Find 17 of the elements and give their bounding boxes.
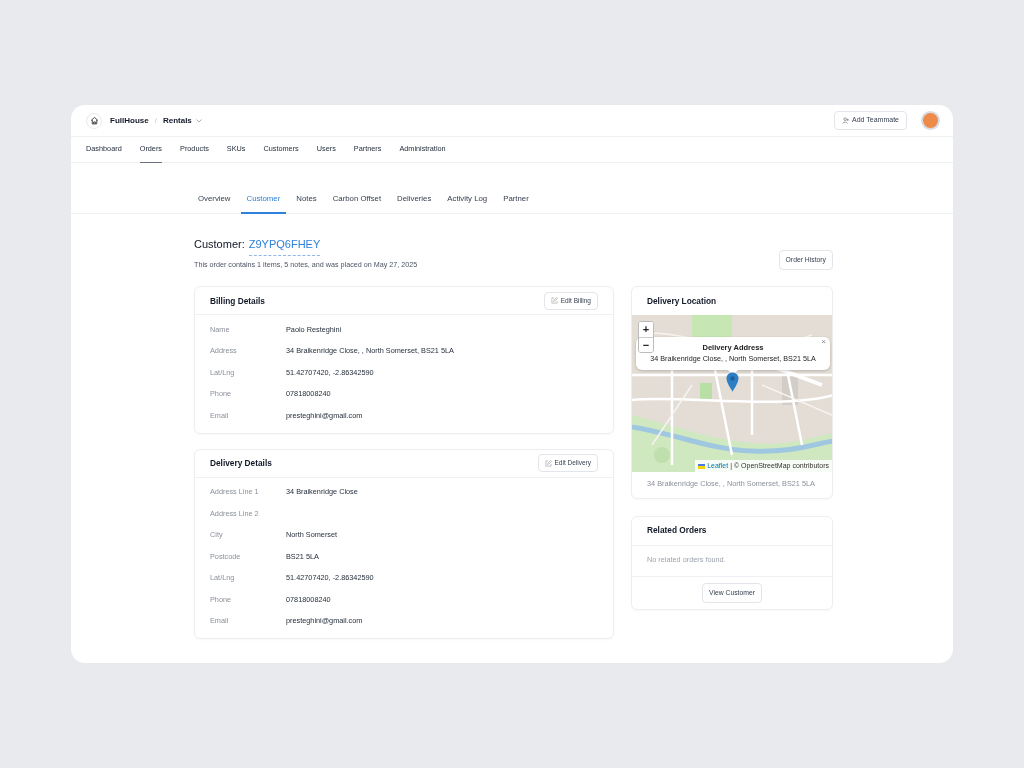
map-marker-icon[interactable]: [726, 372, 739, 393]
card-title: Billing Details: [210, 294, 265, 307]
edit-icon: [550, 297, 558, 305]
breadcrumb-separator: /: [154, 114, 157, 127]
user-plus-icon: [842, 117, 850, 124]
brand-link[interactable]: FullHouse: [110, 114, 149, 127]
zoom-out-button[interactable]: −: [639, 337, 653, 353]
page-heading: Customer:: [194, 237, 245, 252]
close-button[interactable]: ×: [819, 337, 828, 348]
card-title: Related Orders: [647, 524, 707, 537]
customer-id-link[interactable]: Z9YPQ6FHEY: [248, 236, 321, 256]
card-title: Delivery Location: [647, 295, 717, 308]
workspace-dropdown[interactable]: Rentals: [162, 114, 202, 127]
edit-icon: [544, 459, 552, 467]
card-title: Delivery Details: [210, 457, 272, 470]
caret-icon: [195, 118, 202, 123]
home-icon: [89, 116, 99, 125]
